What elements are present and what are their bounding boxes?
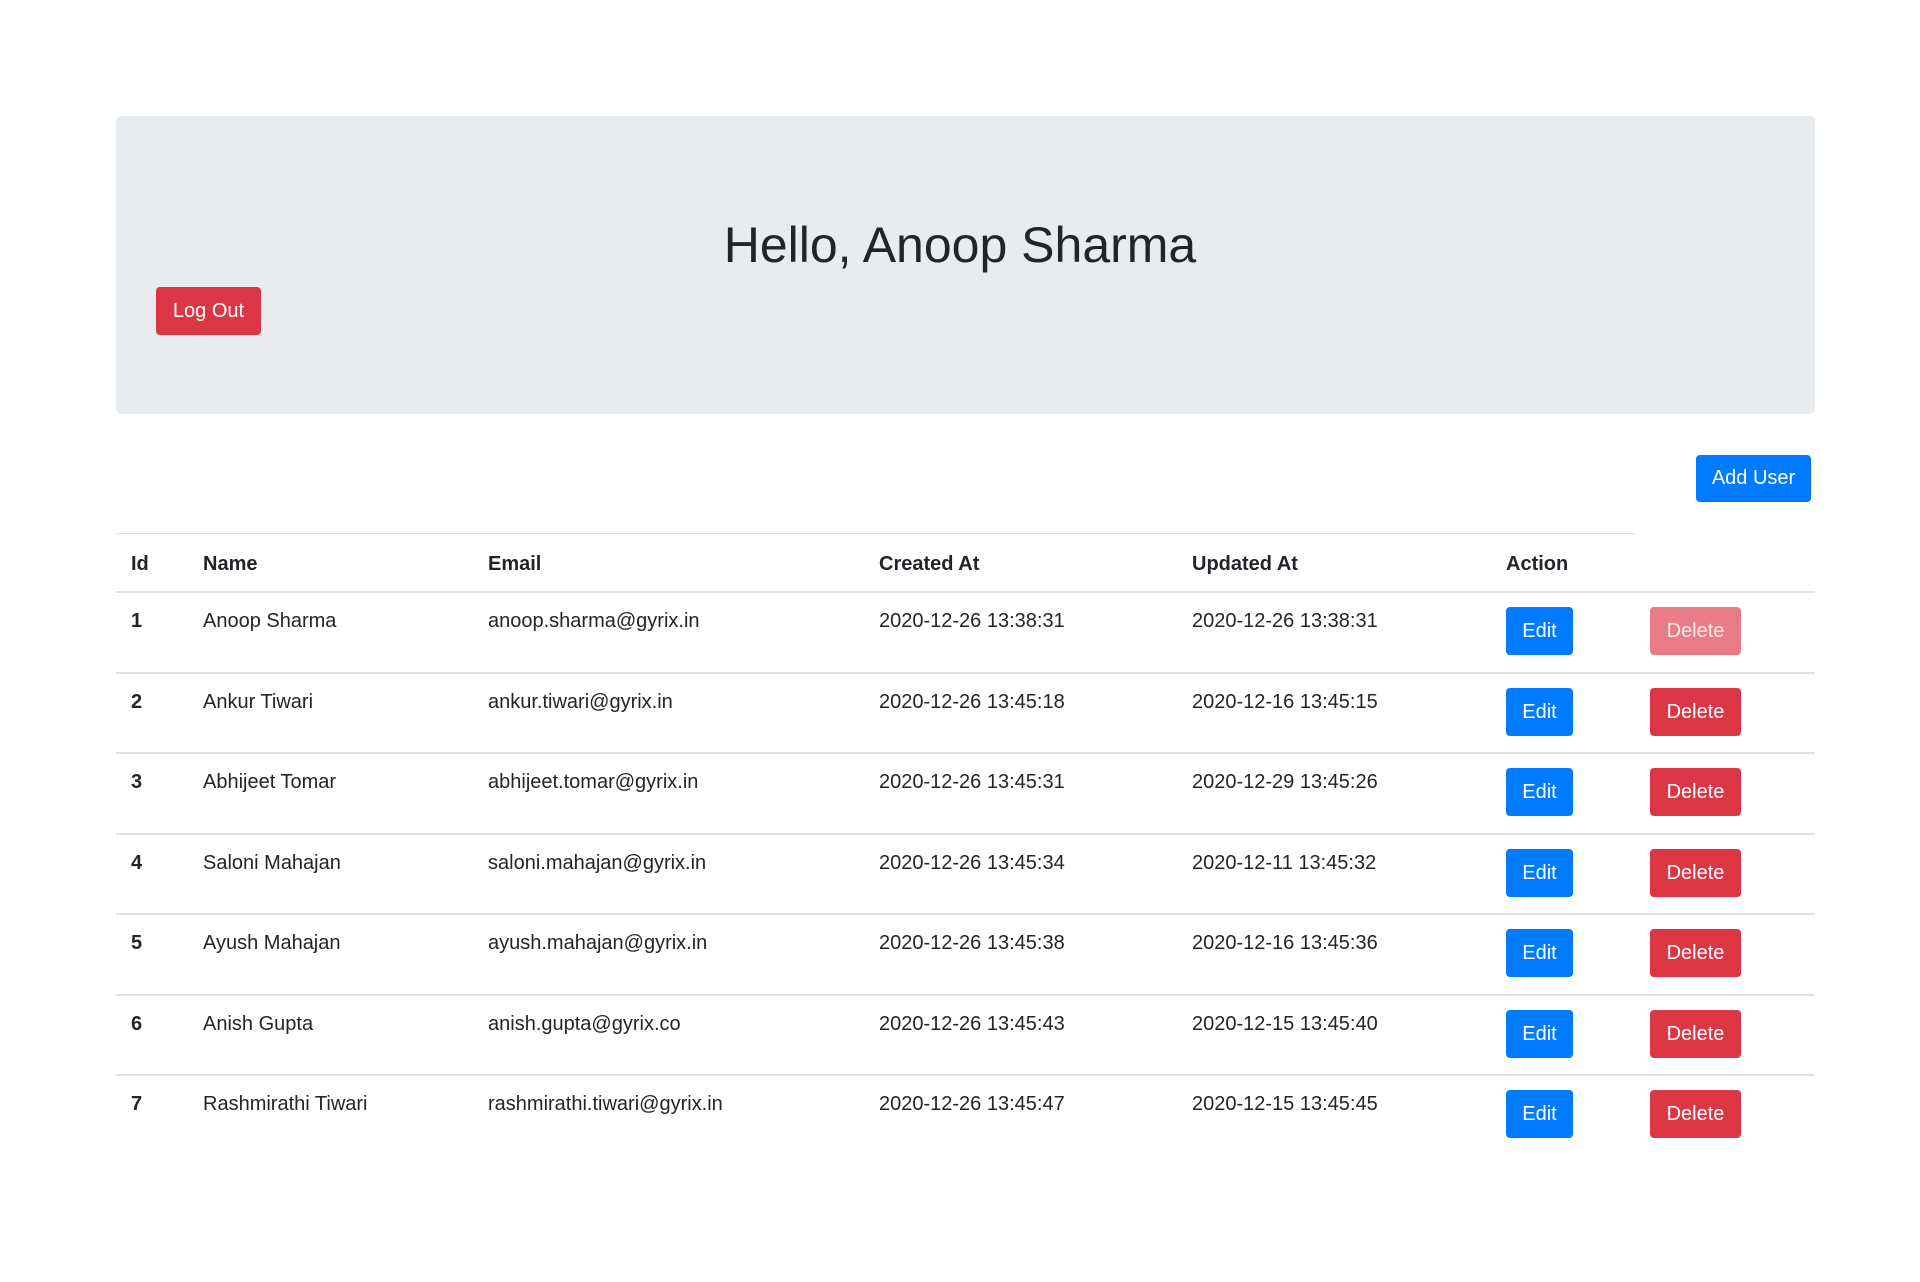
edit-button[interactable]: Edit <box>1506 1010 1573 1058</box>
edit-button[interactable]: Edit <box>1506 768 1573 816</box>
cell-id: 3 <box>131 771 143 793</box>
delete-button[interactable]: Delete <box>1650 929 1741 977</box>
delete-button: Delete <box>1650 607 1741 655</box>
cell-created-at: 2020-12-26 13:45:18 <box>879 691 1065 713</box>
delete-button[interactable]: Delete <box>1650 768 1741 816</box>
column-header-name: Name <box>203 553 258 575</box>
column-header-id: Id <box>131 553 149 575</box>
cell-created-at: 2020-12-26 13:38:31 <box>879 610 1065 632</box>
cell-email: anoop.sharma@gyrix.in <box>488 610 700 632</box>
cell-email: abhijeet.tomar@gyrix.in <box>488 771 699 793</box>
cell-updated-at: 2020-12-29 13:45:26 <box>1192 771 1378 793</box>
cell-id: 4 <box>131 852 143 874</box>
cell-updated-at: 2020-12-16 13:45:15 <box>1192 691 1378 713</box>
cell-email: saloni.mahajan@gyrix.in <box>488 852 707 874</box>
cell-updated-at: 2020-12-16 13:45:36 <box>1192 932 1378 954</box>
cell-created-at: 2020-12-26 13:45:34 <box>879 852 1065 874</box>
cell-email: anish.gupta@gyrix.co <box>488 1013 681 1035</box>
cell-name: Saloni Mahajan <box>203 852 341 874</box>
row-divider <box>116 752 1815 754</box>
cell-id: 1 <box>131 610 143 632</box>
edit-button[interactable]: Edit <box>1506 849 1573 897</box>
cell-name: Anish Gupta <box>203 1013 314 1035</box>
cell-updated-at: 2020-12-15 13:45:40 <box>1192 1013 1378 1035</box>
row-divider <box>116 672 1815 674</box>
edit-button[interactable]: Edit <box>1506 607 1573 655</box>
delete-button[interactable]: Delete <box>1650 688 1741 736</box>
row-divider <box>116 591 1815 593</box>
edit-button[interactable]: Edit <box>1506 688 1573 736</box>
cell-email: ayush.mahajan@gyrix.in <box>488 932 708 954</box>
cell-email: rashmirathi.tiwari@gyrix.in <box>488 1093 723 1115</box>
cell-created-at: 2020-12-26 13:45:38 <box>879 932 1065 954</box>
table-top-border <box>116 533 1635 534</box>
row-divider <box>116 1074 1815 1076</box>
cell-email: ankur.tiwari@gyrix.in <box>488 691 673 713</box>
edit-button[interactable]: Edit <box>1506 929 1573 977</box>
row-divider <box>116 913 1815 915</box>
row-divider <box>116 833 1815 835</box>
page-title: Hello, Anoop Sharma <box>723 217 1197 273</box>
logout-button[interactable]: Log Out <box>156 287 261 335</box>
cell-id: 2 <box>131 691 143 713</box>
cell-name: Ayush Mahajan <box>203 932 341 954</box>
cell-updated-at: 2020-12-26 13:38:31 <box>1192 610 1378 632</box>
edit-button[interactable]: Edit <box>1506 1090 1573 1138</box>
row-divider <box>116 994 1815 996</box>
cell-name: Abhijeet Tomar <box>203 771 337 793</box>
add-user-button[interactable]: Add User <box>1696 455 1811 502</box>
delete-button[interactable]: Delete <box>1650 1090 1741 1138</box>
cell-created-at: 2020-12-26 13:45:47 <box>879 1093 1065 1115</box>
cell-created-at: 2020-12-26 13:45:43 <box>879 1013 1065 1035</box>
column-header-email: Email <box>488 553 542 575</box>
column-header-action: Action <box>1506 553 1569 575</box>
cell-name: Anoop Sharma <box>203 610 337 632</box>
column-header-updated-at: Updated At <box>1192 553 1298 575</box>
delete-button[interactable]: Delete <box>1650 1010 1741 1058</box>
cell-id: 5 <box>131 932 143 954</box>
cell-id: 7 <box>131 1093 143 1115</box>
cell-created-at: 2020-12-26 13:45:31 <box>879 771 1065 793</box>
cell-name: Rashmirathi Tiwari <box>203 1093 368 1115</box>
cell-updated-at: 2020-12-11 13:45:32 <box>1192 852 1377 874</box>
delete-button[interactable]: Delete <box>1650 849 1741 897</box>
cell-name: Ankur Tiwari <box>203 691 314 713</box>
column-header-created-at: Created At <box>879 553 980 575</box>
cell-updated-at: 2020-12-15 13:45:45 <box>1192 1093 1378 1115</box>
cell-id: 6 <box>131 1013 143 1035</box>
